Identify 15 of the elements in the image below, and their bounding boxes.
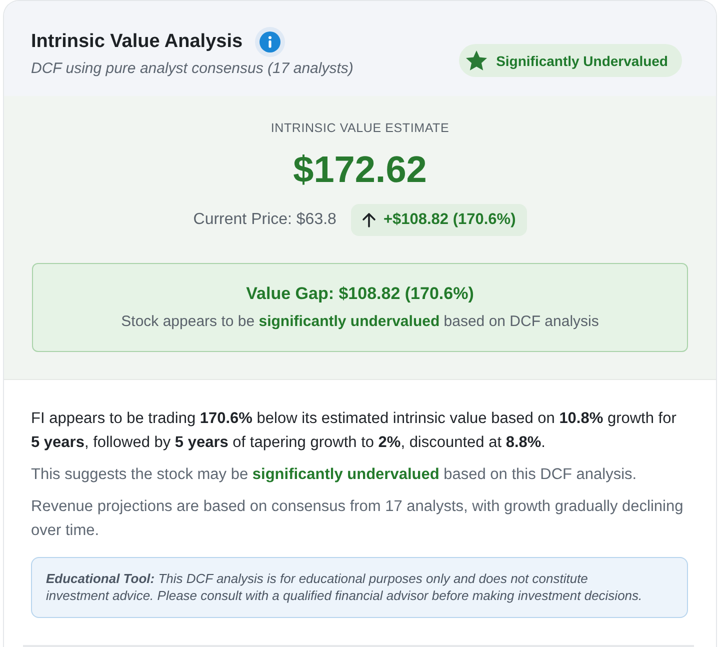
- info-icon[interactable]: [254, 27, 285, 57]
- value-gap-title: Value Gap: $108.82 (170.6%): [246, 283, 474, 305]
- summary-paragraph: This suggests the stock may be significantly undervalued based on this DCF analysis.: [31, 465, 638, 485]
- verdict-badge: Significantly Undervalued: [459, 44, 682, 77]
- value-gap-description: Stock appears to be significantly undervalued based on DCF analysis: [121, 312, 599, 332]
- disclaimer-note: Educational Tool: This DCF analysis is for educational purposes only and does not constitute investment advice. Please consult with a qualified financial advisor before making investment decisions.: [31, 557, 688, 618]
- current-price: Current Price: $63.8: [193, 211, 336, 229]
- intrinsic-value: $172.62: [293, 148, 427, 192]
- card-title: Intrinsic Value Analysis: [31, 30, 243, 54]
- difference-chip: +$108.82 (170.6%): [351, 204, 527, 236]
- summary-paragraph: FI appears to be trading 170.6% below its estimated intrinsic value based on 10.8% growth for 5 years, followed by 5 years of tapering growth to 2%, discounted at 8.8%.: [31, 409, 678, 453]
- estimate-label: INTRINSIC VALUE ESTIMATE: [270, 120, 450, 136]
- star-icon: [466, 50, 488, 71]
- summary-paragraph: Revenue projections are based on consensus from 17 analysts, with growth gradually declining over time.: [31, 497, 684, 541]
- card-subtitle: DCF using pure analyst consensus (17 analysts): [31, 59, 354, 79]
